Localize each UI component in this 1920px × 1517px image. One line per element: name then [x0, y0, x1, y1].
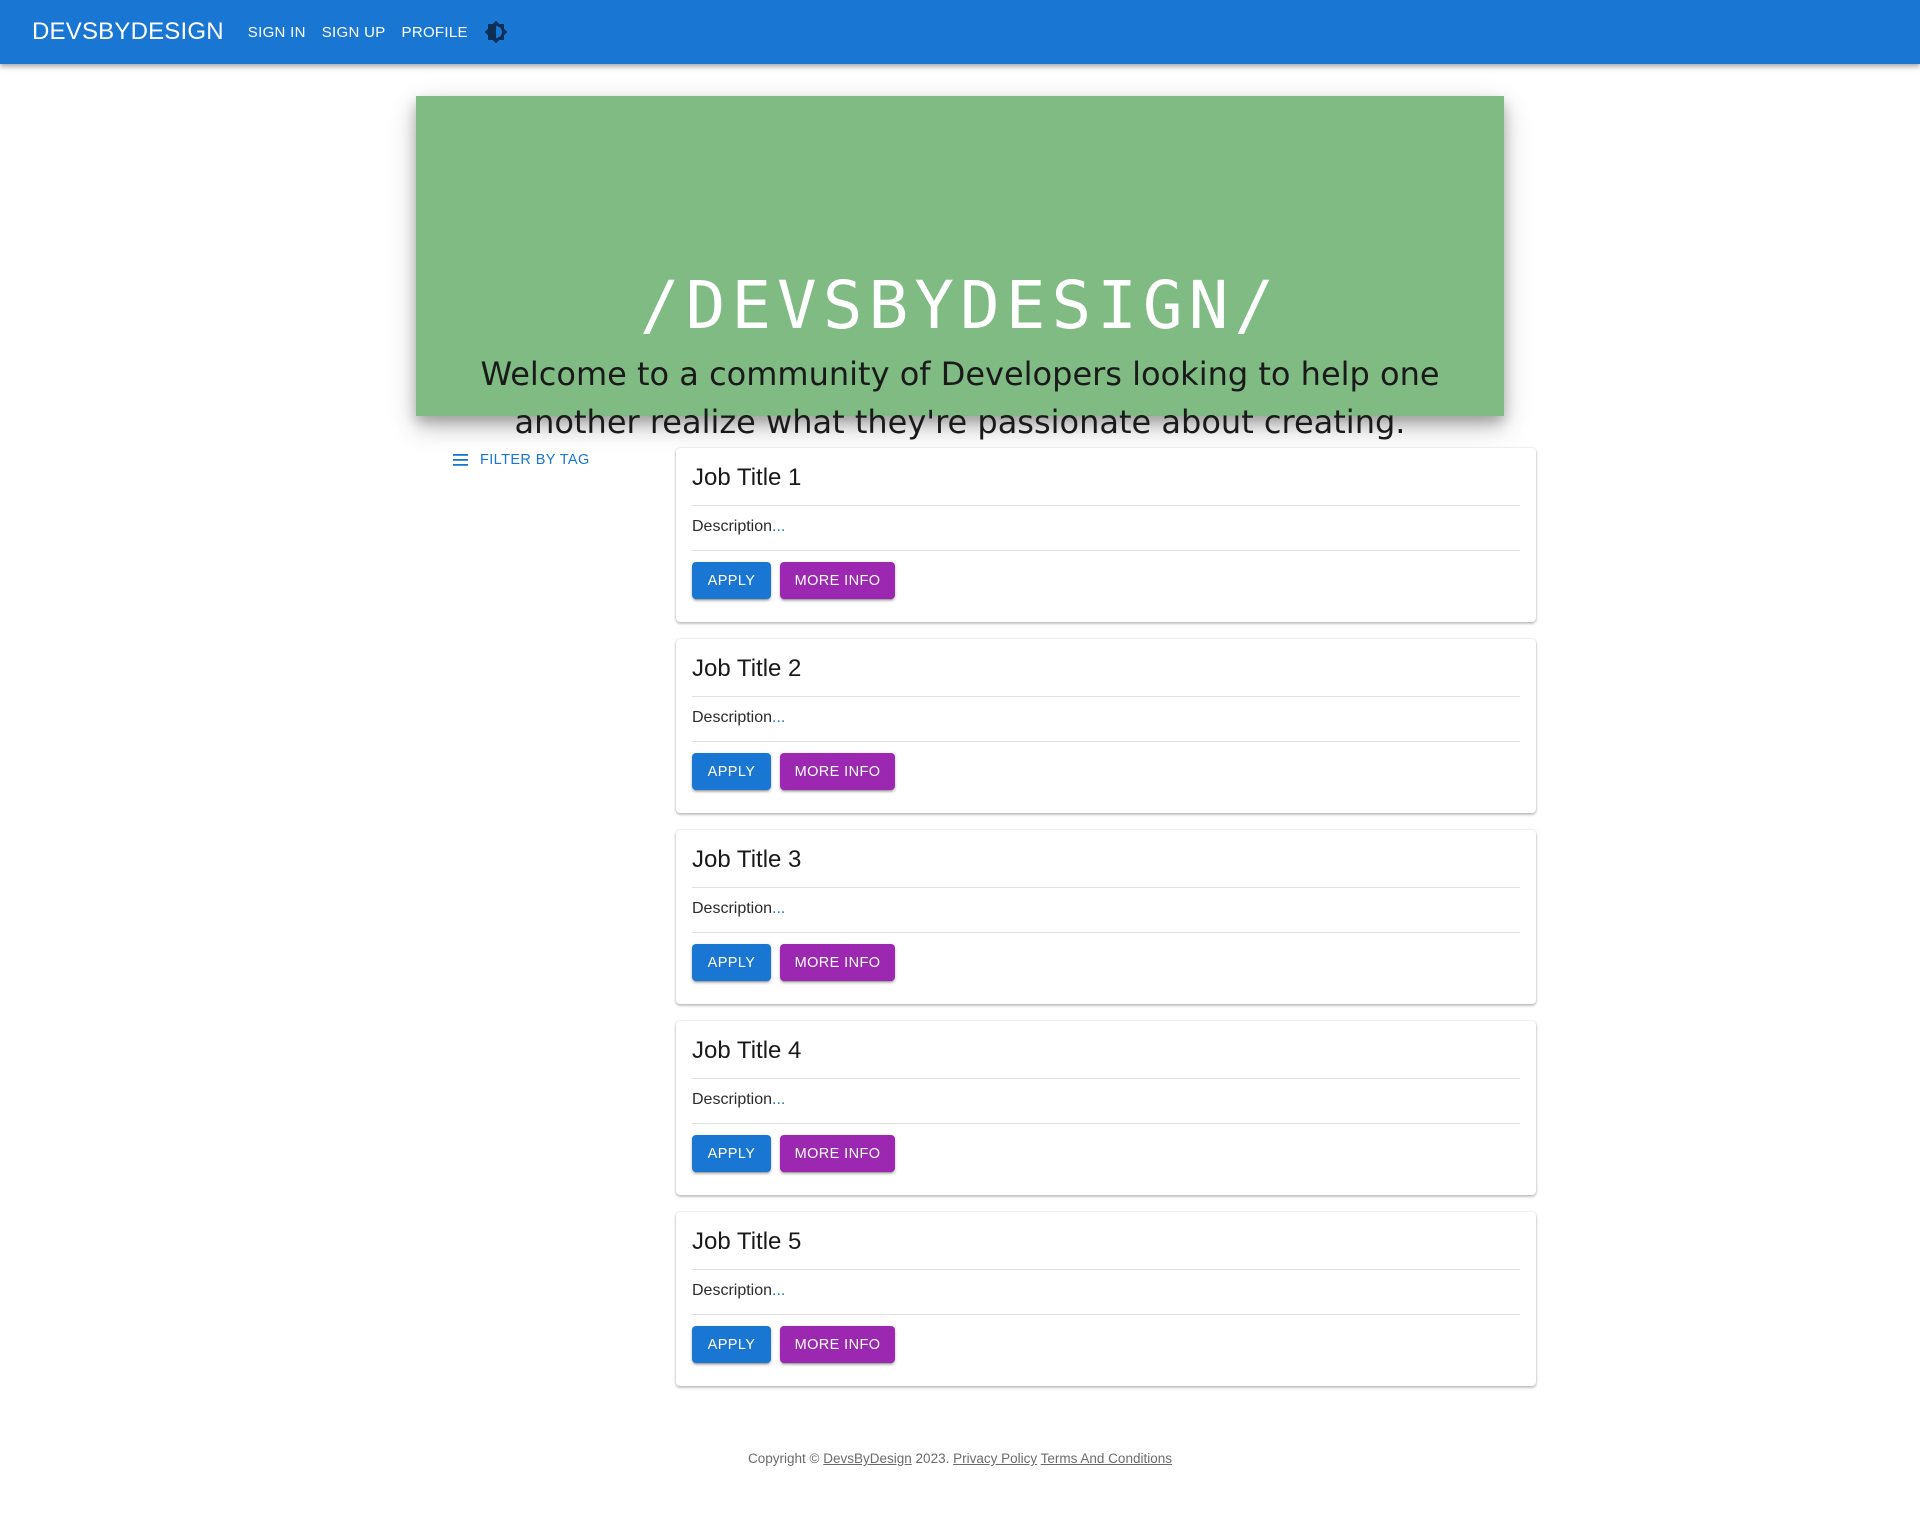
- hero-tagline: Welcome to a community of Developers loo…: [480, 355, 1440, 441]
- hero-banner: /DEVSBYDESIGN/ Welcome to a community of…: [416, 96, 1504, 441]
- job-card: Job Title 1 Description... APPLY MORE IN…: [676, 448, 1536, 622]
- job-description: Description...: [692, 1091, 786, 1108]
- divider: [692, 887, 1520, 888]
- copyright-text: Copyright ©: [748, 1451, 824, 1466]
- divider: [692, 550, 1520, 551]
- job-card: Job Title 3 Description... APPLY MORE IN…: [676, 830, 1536, 1004]
- nav-sign-in[interactable]: SIGN IN: [240, 16, 314, 49]
- divider: [692, 505, 1520, 506]
- more-info-button[interactable]: MORE INFO: [780, 562, 895, 599]
- app-bar: DEVSBYDESIGN SIGN IN SIGN UP PROFILE: [0, 0, 1920, 64]
- more-info-button[interactable]: MORE INFO: [780, 753, 895, 790]
- divider: [692, 1269, 1520, 1270]
- divider: [692, 1123, 1520, 1124]
- filter-label: FILTER BY TAG: [480, 452, 590, 468]
- divider: [692, 696, 1520, 697]
- filter-by-tag-button[interactable]: FILTER BY TAG: [452, 448, 590, 472]
- job-list: Job Title 1 Description... APPLY MORE IN…: [676, 448, 1536, 1403]
- job-title: Job Title 4: [692, 1037, 802, 1064]
- job-title: Job Title 1: [692, 464, 802, 491]
- job-description: Description...: [692, 900, 786, 917]
- brand-title[interactable]: DEVSBYDESIGN: [32, 18, 224, 46]
- brand-link[interactable]: DevsByDesign: [823, 1451, 912, 1466]
- divider: [692, 741, 1520, 742]
- job-title: Job Title 5: [692, 1228, 802, 1255]
- brightness-icon[interactable]: [482, 18, 510, 46]
- more-info-button[interactable]: MORE INFO: [780, 1326, 895, 1363]
- apply-button[interactable]: APPLY: [692, 1135, 771, 1172]
- divider: [692, 1314, 1520, 1315]
- apply-button[interactable]: APPLY: [692, 753, 771, 790]
- copyright-year: 2023.: [911, 1451, 950, 1466]
- privacy-policy-link[interactable]: Privacy Policy: [953, 1451, 1037, 1466]
- job-description: Description...: [692, 518, 786, 535]
- job-title: Job Title 3: [692, 846, 802, 873]
- divider: [692, 1078, 1520, 1079]
- hero-logo-text: /DEVSBYDESIGN/: [640, 272, 1280, 344]
- menu-icon: [452, 453, 470, 467]
- terms-link[interactable]: Terms And Conditions: [1041, 1451, 1172, 1466]
- job-card: Job Title 2 Description... APPLY MORE IN…: [676, 639, 1536, 813]
- more-info-button[interactable]: MORE INFO: [780, 944, 895, 981]
- job-card: Job Title 5 Description... APPLY MORE IN…: [676, 1212, 1536, 1386]
- hero-logo: /DEVSBYDESIGN/: [416, 267, 1504, 344]
- nav-profile[interactable]: PROFILE: [394, 16, 476, 49]
- apply-button[interactable]: APPLY: [692, 944, 771, 981]
- nav-sign-up[interactable]: SIGN UP: [314, 16, 394, 49]
- job-title: Job Title 2: [692, 655, 802, 682]
- apply-button[interactable]: APPLY: [692, 1326, 771, 1363]
- divider: [692, 932, 1520, 933]
- job-description: Description...: [692, 709, 786, 726]
- more-info-button[interactable]: MORE INFO: [780, 1135, 895, 1172]
- apply-button[interactable]: APPLY: [692, 562, 771, 599]
- job-card: Job Title 4 Description... APPLY MORE IN…: [676, 1021, 1536, 1195]
- job-description: Description...: [692, 1282, 786, 1299]
- footer: Copyright © DevsByDesign 2023. Privacy P…: [0, 1451, 1920, 1466]
